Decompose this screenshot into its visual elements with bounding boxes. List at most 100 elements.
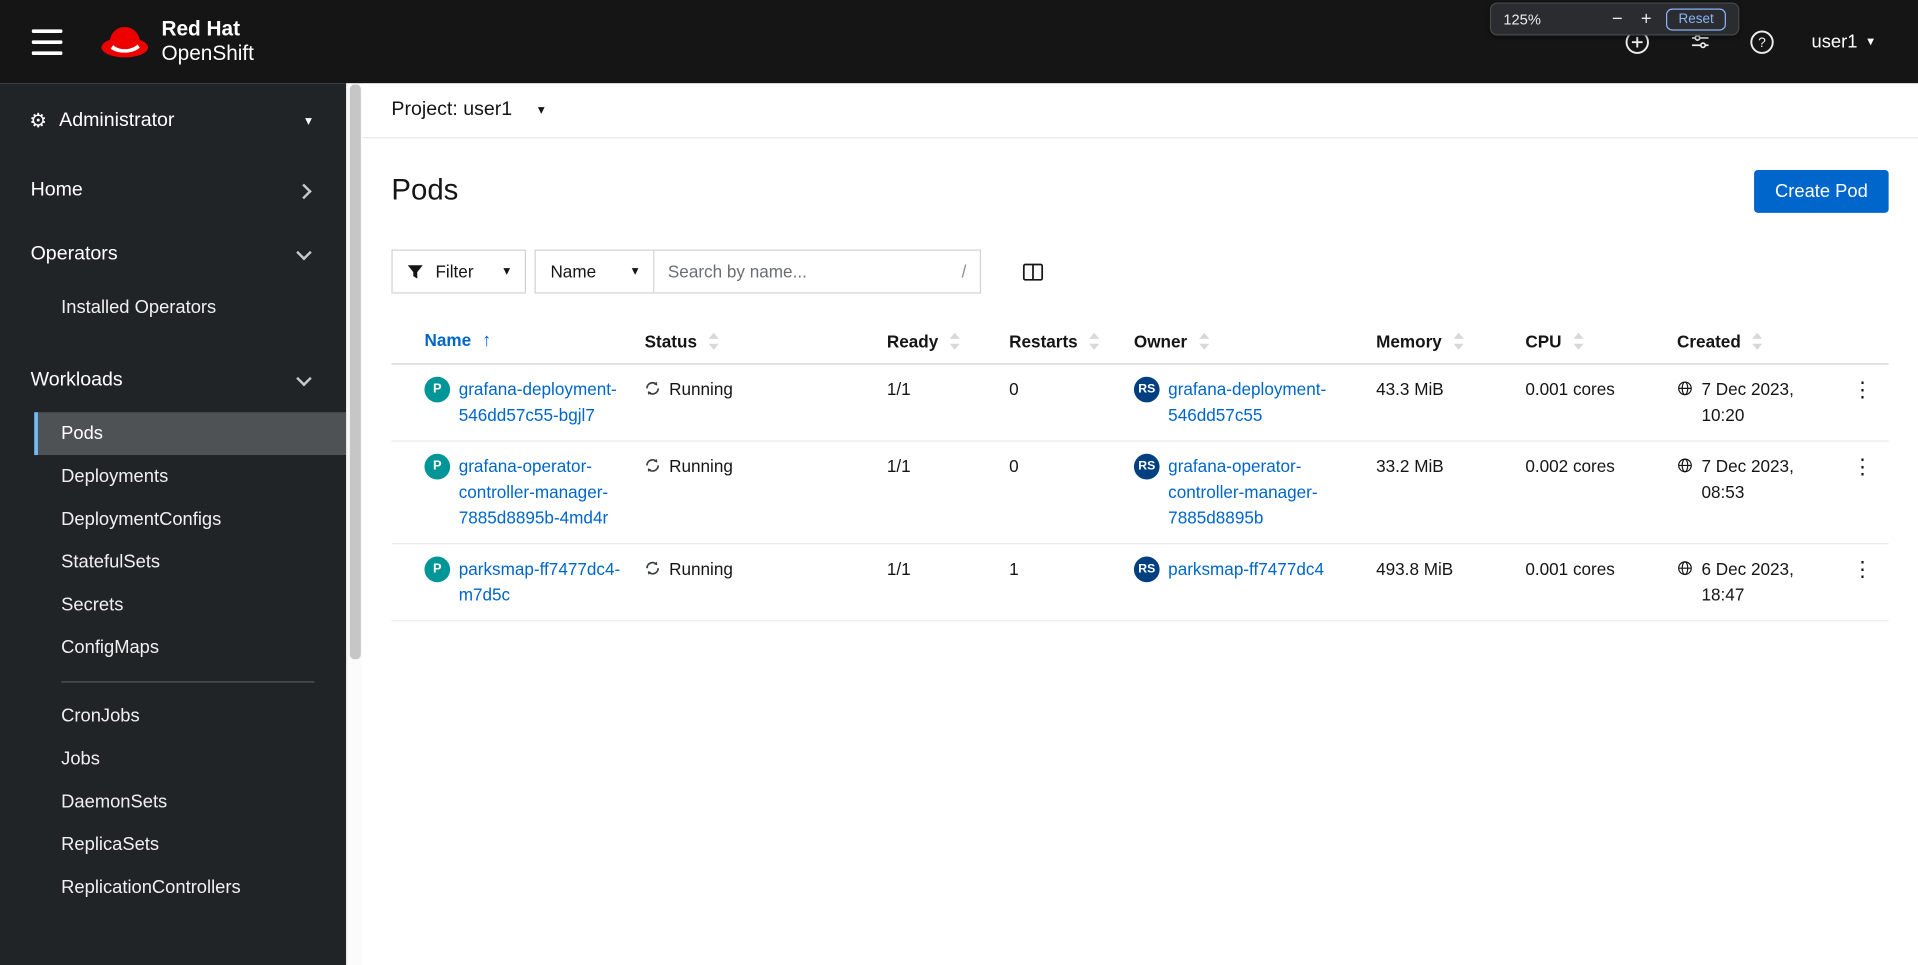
caret-down-icon: ▾ <box>631 263 639 279</box>
sidebar-item-label: StatefulSets <box>61 551 161 573</box>
column-header-ready[interactable]: Ready <box>886 318 1010 365</box>
zoom-out-button[interactable]: − <box>1608 10 1626 28</box>
sort-icon <box>1453 332 1464 350</box>
sidebar-item-label: Jobs <box>61 748 100 770</box>
column-header-created[interactable]: Created <box>1677 318 1845 365</box>
sidebar-item-deploymentconfigs[interactable]: DeploymentConfigs <box>34 498 346 541</box>
nav-divider <box>61 681 315 683</box>
sidebar-item-home[interactable]: Home <box>0 159 346 223</box>
project-bar: Project: user1 ▾ <box>362 83 1918 139</box>
kebab-menu-icon[interactable]: ⋮ <box>1845 557 1880 583</box>
zoom-level: 125% <box>1503 10 1541 28</box>
ready-cell: 1/1 <box>886 440 1010 545</box>
column-header-status[interactable]: Status <box>644 318 887 365</box>
status-text: Running <box>669 456 733 476</box>
replicaset-badge: RS <box>1133 453 1160 480</box>
keyboard-shortcut-hint: / <box>961 261 967 282</box>
nav-toggle-button[interactable] <box>24 21 69 61</box>
pods-table: Name ↑ Status Ready Restarts Owner Memor… <box>362 294 1918 622</box>
sidebar-item-statefulsets[interactable]: StatefulSets <box>34 541 346 584</box>
sync-icon <box>646 458 660 472</box>
sidebar-item-label: Pods <box>61 423 103 445</box>
caret-down-icon: ▾ <box>537 102 545 117</box>
zoom-reset-button[interactable]: Reset <box>1666 7 1726 30</box>
sort-icon <box>708 332 719 350</box>
globe-icon <box>1678 561 1692 576</box>
owner-link[interactable]: grafana-deployment-546dd57c55 <box>1168 377 1364 428</box>
column-header-restarts[interactable]: Restarts <box>1009 318 1134 365</box>
kebab-menu-icon[interactable]: ⋮ <box>1845 377 1880 403</box>
owner-link[interactable]: grafana-operator-controller-manager-7885… <box>1168 454 1364 531</box>
memory-cell: 493.8 MiB <box>1376 543 1526 622</box>
column-header-actions <box>1844 318 1889 365</box>
sidebar-item-label: Deployments <box>61 466 169 487</box>
column-management-icon[interactable] <box>1022 262 1044 281</box>
column-header-name[interactable]: Name ↑ <box>391 318 645 365</box>
owner-link[interactable]: parksmap-ff7477dc4 <box>1168 557 1324 583</box>
replicaset-badge: RS <box>1133 556 1160 583</box>
sidebar-scrollbar-thumb[interactable] <box>349 84 361 660</box>
sidebar-item-configmaps[interactable]: ConfigMaps <box>34 626 346 669</box>
help-icon[interactable]: ? <box>1749 28 1776 55</box>
search-input[interactable] <box>667 261 955 282</box>
sidebar-item-label: Home <box>30 179 83 201</box>
sidebar-item-label: ConfigMaps <box>61 637 160 659</box>
project-selector[interactable]: Project: user1 ▾ <box>391 99 544 121</box>
search-attribute-dropdown[interactable]: Name ▾ <box>534 249 655 294</box>
pod-badge: P <box>424 453 451 480</box>
pod-link[interactable]: parksmap-ff7477dc4-m7d5c <box>459 557 633 608</box>
cpu-cell: 0.001 cores <box>1525 543 1678 622</box>
create-pod-button[interactable]: Create Pod <box>1754 170 1889 213</box>
caret-down-icon: ▾ <box>305 113 312 128</box>
sidebar-scrollbar <box>346 83 363 965</box>
sort-icon <box>1573 332 1584 350</box>
brand-line1: Red Hat <box>161 17 241 41</box>
sidebar-item-secrets[interactable]: Secrets <box>34 583 346 626</box>
sidebar: ⚙ Administrator ▾ Home Operators Install… <box>0 83 347 965</box>
table-row: P grafana-operator-controller-manager-78… <box>391 440 1889 545</box>
sidebar-item-label: Secrets <box>61 594 124 616</box>
user-menu[interactable]: user1 ▾ <box>1811 31 1873 52</box>
sidebar-item-operators[interactable]: Operators <box>0 223 346 287</box>
sidebar-item-label: DaemonSets <box>61 791 168 813</box>
sidebar-item-daemonsets[interactable]: DaemonSets <box>34 780 346 823</box>
created-text: 7 Dec 2023, 10:20 <box>1701 379 1794 425</box>
sidebar-item-label: Operators <box>30 243 118 265</box>
sidebar-item-label: CronJobs <box>61 705 140 727</box>
caret-down-icon: ▾ <box>503 263 511 279</box>
gear-icon: ⚙ <box>29 111 47 133</box>
sidebar-item-pods[interactable]: Pods <box>34 412 347 456</box>
column-header-cpu[interactable]: CPU <box>1525 318 1678 365</box>
brand-line2: OpenShift <box>161 41 254 65</box>
kebab-menu-icon[interactable]: ⋮ <box>1845 454 1880 480</box>
chevron-down-icon <box>296 244 312 260</box>
sidebar-item-cronjobs[interactable]: CronJobs <box>34 695 346 738</box>
perspective-switcher[interactable]: ⚙ Administrator ▾ <box>0 83 346 159</box>
column-header-memory[interactable]: Memory <box>1376 318 1526 365</box>
created-text: 7 Dec 2023, 08:53 <box>1701 456 1794 502</box>
sidebar-item-replicationcontrollers[interactable]: ReplicationControllers <box>34 866 346 909</box>
ready-cell: 1/1 <box>886 543 1010 622</box>
sidebar-item-workloads[interactable]: Workloads <box>0 349 346 413</box>
pod-link[interactable]: grafana-deployment-546dd57c55-bgjl7 <box>459 377 633 428</box>
search-box: / <box>654 249 982 294</box>
chevron-right-icon <box>296 183 312 199</box>
pod-link[interactable]: grafana-operator-controller-manager-7885… <box>459 454 633 531</box>
filter-dropdown[interactable]: Filter ▾ <box>391 249 526 294</box>
sidebar-item-label: DeploymentConfigs <box>61 508 222 530</box>
zoom-in-button[interactable]: + <box>1637 10 1655 28</box>
sync-icon <box>646 561 660 575</box>
sidebar-item-installed-operators[interactable]: Installed Operators <box>34 286 346 329</box>
sidebar-item-deployments[interactable]: Deployments <box>34 455 346 498</box>
project-selector-label: Project: user1 <box>391 99 513 120</box>
ready-cell: 1/1 <box>886 363 1010 442</box>
main-content: Project: user1 ▾ Pods Create Pod Filter … <box>362 83 1918 965</box>
sidebar-item-replicasets[interactable]: ReplicaSets <box>34 823 346 866</box>
memory-cell: 33.2 MiB <box>1376 440 1526 545</box>
sidebar-item-jobs[interactable]: Jobs <box>34 738 346 781</box>
pod-badge: P <box>424 556 451 583</box>
sync-icon <box>646 381 660 395</box>
globe-icon <box>1678 381 1692 396</box>
column-header-owner[interactable]: Owner <box>1133 318 1377 365</box>
page-title: Pods <box>391 173 459 207</box>
